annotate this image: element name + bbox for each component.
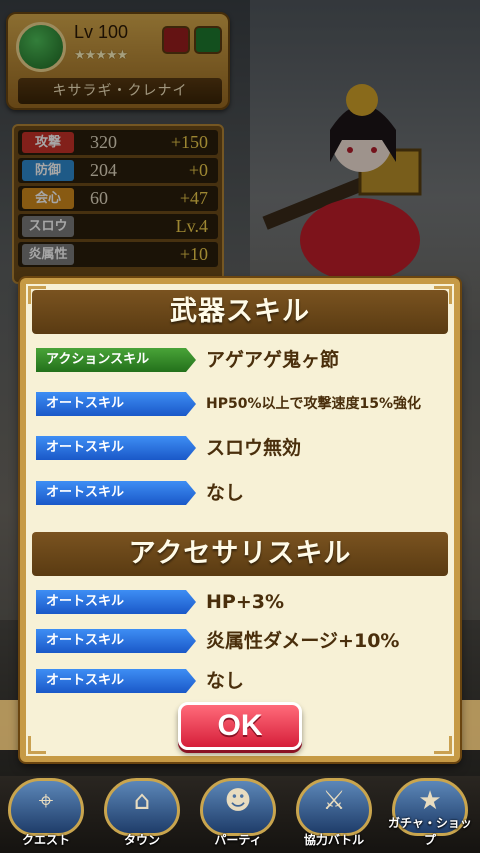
weapon-skill-row: アクションスキル アゲアゲ鬼ヶ節 [36,346,446,374]
weapon-skill-row: オートスキル なし [36,479,446,507]
accessory-skill-header: アクセサリスキル [32,532,448,576]
ok-button[interactable]: OK [178,702,302,750]
auto-skill-tag: オートスキル [36,392,196,416]
accessory-skill-row: オートスキル 炎属性ダメージ+10% [36,627,446,655]
nav-label: タウン [123,833,160,847]
dialog-corner-ornament [434,736,452,754]
gacha-shop-icon: ★ [418,786,442,816]
skill-name: 炎属性ダメージ+10% [206,630,400,652]
action-skill-tag: アクションスキル [36,348,196,372]
skill-name: なし [206,482,245,504]
skill-dialog: 武器スキル アクションスキル アゲアゲ鬼ヶ節 オートスキル HP50%以上で攻撃… [20,278,460,762]
nav-label: パーティ [214,833,262,847]
auto-skill-tag: オートスキル [36,669,196,693]
dialog-corner-ornament [28,736,46,754]
nav-party[interactable]: ☻ パーティ [192,778,284,850]
map-icon: ⌖ [38,786,54,816]
skill-name: アゲアゲ鬼ヶ節 [206,349,340,371]
nav-quest[interactable]: ⌖ クエスト [0,778,92,850]
accessory-skill-row: オートスキル なし [36,667,446,695]
coop-battle-icon: ⚔ [322,786,346,816]
skill-name: HP+3% [206,591,285,613]
weapon-skill-header: 武器スキル [32,290,448,334]
weapon-skill-row: オートスキル HP50%以上で攻撃速度15%強化 [36,390,446,418]
nav-label: ガチャ・ショップ [388,816,472,847]
auto-skill-tag: オートスキル [36,436,196,460]
auto-skill-tag: オートスキル [36,590,196,614]
accessory-skill-row: オートスキル HP+3% [36,588,446,616]
nav-town[interactable]: ⌂ タウン [96,778,188,850]
skill-name: HP50%以上で攻撃速度15%強化 [206,396,421,412]
nav-gacha-shop[interactable]: ★ ガチャ・ショップ [384,778,476,850]
auto-skill-tag: オートスキル [36,629,196,653]
auto-skill-tag: オートスキル [36,481,196,505]
skill-name: なし [206,670,245,692]
party-icon: ☻ [224,786,252,816]
town-icon: ⌂ [133,786,151,816]
nav-coop-battle[interactable]: ⚔ 協力バトル [288,778,380,850]
skill-name: スロウ無効 [206,437,302,459]
bottom-navigation: ⌖ クエスト ⌂ タウン ☻ パーティ ⚔ 協力バトル ★ ガチャ・ショップ [0,776,480,853]
nav-label: 協力バトル [303,833,365,847]
weapon-skill-row: オートスキル スロウ無効 [36,434,446,462]
nav-label: クエスト [21,833,70,847]
